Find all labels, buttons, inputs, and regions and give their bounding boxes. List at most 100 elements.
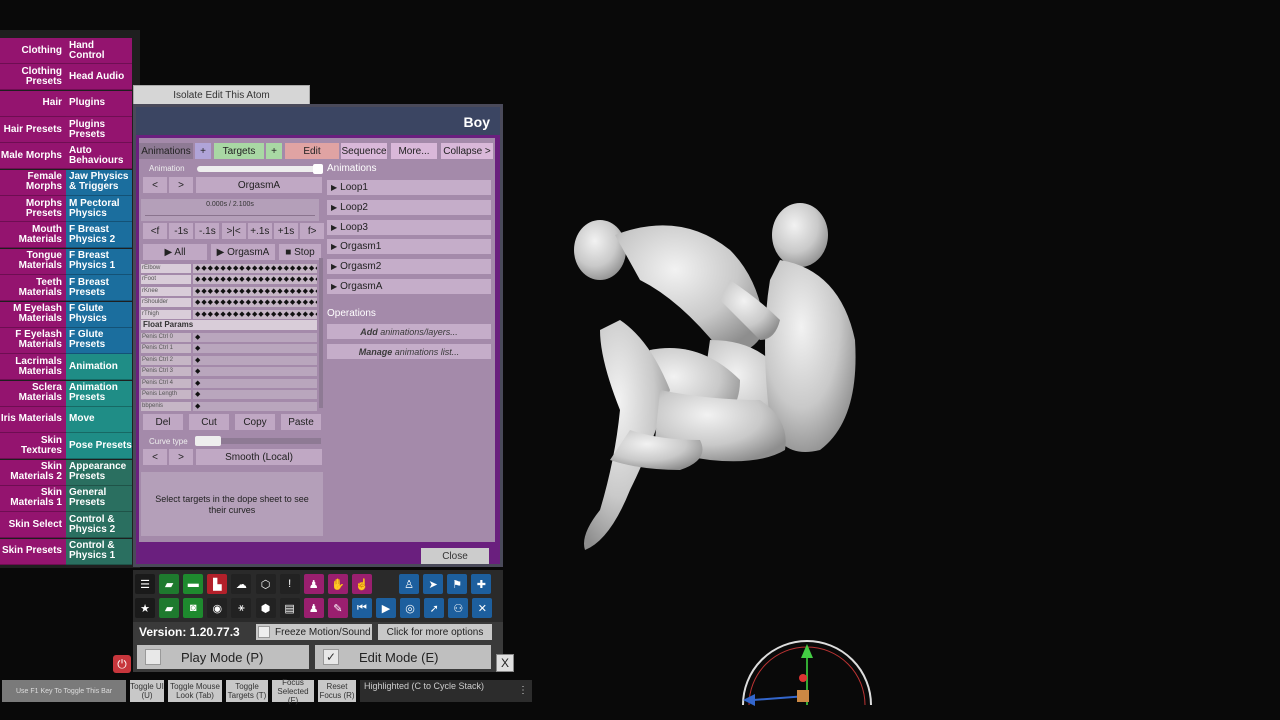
package-icon[interactable]: ⬡ xyxy=(255,574,276,594)
bottom-toggle-button[interactable]: Toggle Targets (T) xyxy=(226,680,268,702)
animation-list-item[interactable]: ▶ Loop3 xyxy=(327,219,491,235)
category-right-button[interactable]: Auto Behaviours xyxy=(66,143,132,170)
bottom-toggle-button[interactable]: Toggle Mouse Look (Tab) xyxy=(168,680,222,702)
dope-row[interactable]: rKnee ◆ ◆ ◆ ◆ ◆ ◆ ◆ ◆ ◆ ◆ ◆ ◆ ◆ ◆ ◆ ◆ ◆ ◆… xyxy=(141,286,317,296)
next-curve-button[interactable]: > xyxy=(169,449,193,465)
category-right-button[interactable]: Control & Physics 2 xyxy=(66,512,132,539)
delete-scene-icon[interactable]: ▙ xyxy=(207,574,228,594)
delete-button[interactable]: Del xyxy=(143,414,183,430)
keyframe-track[interactable]: ◆ xyxy=(193,355,317,365)
camera-gizmo-icon[interactable] xyxy=(735,630,880,710)
dope-row[interactable]: rThigh ◆ ◆ ◆ ◆ ◆ ◆ ◆ ◆ ◆ ◆ ◆ ◆ ◆ ◆ ◆ ◆ ◆ … xyxy=(141,309,317,319)
settings-package-icon[interactable]: ⬢ xyxy=(255,598,276,618)
transport-button[interactable]: -.1s xyxy=(195,223,220,239)
category-left-button[interactable]: Tongue Materials xyxy=(0,248,66,275)
category-left-button[interactable]: Sclera Materials xyxy=(0,380,66,407)
cut-button[interactable]: Cut xyxy=(189,414,229,430)
more-vertical-icon[interactable]: ⋮ xyxy=(518,685,528,696)
transport-button[interactable]: f> xyxy=(300,223,325,239)
keyframes[interactable]: ◆ ◆ ◆ ◆ ◆ ◆ ◆ ◆ ◆ ◆ ◆ ◆ ◆ ◆ ◆ ◆ ◆ ◆ ◆ ◆ … xyxy=(195,264,317,273)
category-left-button[interactable]: Skin Textures xyxy=(0,433,66,460)
person-edit-icon[interactable]: ♟ xyxy=(303,574,324,594)
keyframes[interactable]: ◆ ◆ ◆ ◆ ◆ ◆ ◆ ◆ ◆ ◆ ◆ ◆ ◆ ◆ ◆ ◆ ◆ ◆ ◆ ◆ … xyxy=(195,310,317,319)
edit-mode-checkbox[interactable]: ✓ xyxy=(323,649,339,665)
transport-button[interactable]: >|< xyxy=(221,223,246,239)
category-right-button[interactable]: General Presets xyxy=(66,485,132,512)
more-options-button[interactable]: Click for more options xyxy=(378,624,492,640)
scrubber[interactable]: 0.000s / 2.100s xyxy=(141,199,319,221)
category-right-button[interactable]: M Pectoral Physics xyxy=(66,196,132,223)
star-icon[interactable]: ★ xyxy=(135,598,155,618)
prev-curve-button[interactable]: < xyxy=(143,449,167,465)
bottom-toggle-button[interactable]: Toggle UI (U) xyxy=(130,680,164,702)
keyframe[interactable]: ◆ xyxy=(195,333,200,342)
float-param-label[interactable]: Penis Ctrl 2 xyxy=(141,355,191,365)
camera-folder-icon[interactable]: ◙ xyxy=(183,598,204,618)
stop-button[interactable]: ■ Stop xyxy=(279,244,321,260)
target-label[interactable]: rKnee xyxy=(141,286,191,296)
keyframe-track[interactable]: ◆ xyxy=(193,390,317,399)
category-right-button[interactable]: Plugins xyxy=(66,90,132,117)
prev-animation-button[interactable]: < xyxy=(143,177,167,193)
animation-list-item[interactable]: ▶ Loop2 xyxy=(327,199,491,215)
tab-sequence[interactable]: Sequence xyxy=(341,143,387,159)
keyframe[interactable]: ◆ xyxy=(195,356,200,365)
tab-targets[interactable]: Targets xyxy=(214,143,264,159)
category-left-button[interactable]: Iris Materials xyxy=(0,406,66,433)
float-param-row[interactable]: bbpenis ◆ xyxy=(141,401,317,411)
category-left-button[interactable]: Skin Materials 1 xyxy=(0,485,66,512)
category-right-button[interactable]: Appearance Presets xyxy=(66,459,132,486)
power-icon[interactable]: ⏻ xyxy=(113,655,131,673)
dope-scrollbar[interactable] xyxy=(319,258,323,408)
play-icon[interactable]: ▶ xyxy=(376,598,396,618)
animation-select[interactable]: OrgasmA xyxy=(196,177,322,193)
category-left-button[interactable]: Female Morphs xyxy=(0,169,66,196)
category-right-button[interactable]: F Breast Presets xyxy=(66,275,132,302)
keyframe-track[interactable]: ◆ xyxy=(193,332,317,342)
target-label[interactable]: rElbow xyxy=(141,263,191,273)
float-param-row[interactable]: Penis Ctrl 2 ◆ xyxy=(141,355,317,365)
person-icon[interactable]: ♙ xyxy=(399,574,419,594)
keyframes[interactable]: ◆ ◆ ◆ ◆ ◆ ◆ ◆ ◆ ◆ ◆ ◆ ◆ ◆ ◆ ◆ ◆ ◆ ◆ ◆ ◆ … xyxy=(195,287,317,296)
add-target-button[interactable]: + xyxy=(266,143,282,159)
category-right-button[interactable]: Hand Control xyxy=(66,38,132,64)
copy-button[interactable]: Copy xyxy=(235,414,275,430)
dope-row[interactable]: rFoot ◆ ◆ ◆ ◆ ◆ ◆ ◆ ◆ ◆ ◆ ◆ ◆ ◆ ◆ ◆ ◆ ◆ ◆… xyxy=(141,275,317,285)
keyframe-track[interactable]: ◆ ◆ ◆ ◆ ◆ ◆ ◆ ◆ ◆ ◆ ◆ ◆ ◆ ◆ ◆ ◆ ◆ ◆ ◆ ◆ … xyxy=(193,275,317,284)
float-param-row[interactable]: Penis Ctrl 1 ◆ xyxy=(141,344,317,354)
float-param-row[interactable]: Penis Ctrl 3 ◆ xyxy=(141,367,317,377)
add-animations-button[interactable]: Add animations/layers... xyxy=(327,324,491,339)
float-param-row[interactable]: Penis Ctrl 4 ◆ xyxy=(141,378,317,388)
dope-row[interactable]: rElbow ◆ ◆ ◆ ◆ ◆ ◆ ◆ ◆ ◆ ◆ ◆ ◆ ◆ ◆ ◆ ◆ ◆ … xyxy=(141,263,317,273)
category-left-button[interactable]: Skin Presets xyxy=(0,538,66,565)
category-left-button[interactable]: Skin Select xyxy=(0,512,66,539)
menu-icon[interactable]: ☰ xyxy=(135,574,155,594)
keyframe[interactable]: ◆ xyxy=(195,379,200,388)
category-right-button[interactable]: Animation xyxy=(66,354,132,381)
next-animation-button[interactable]: > xyxy=(169,177,193,193)
animation-list-item[interactable]: ▶ Orgasm1 xyxy=(327,239,491,255)
category-right-button[interactable]: Move xyxy=(66,406,132,433)
animation-list-item[interactable]: ▶ Orgasm2 xyxy=(327,259,491,275)
animation-list-item[interactable]: ▶ Loop1 xyxy=(327,180,491,195)
transport-button[interactable]: +.1s xyxy=(247,223,272,239)
transport-button[interactable]: +1s xyxy=(274,223,298,239)
bottom-toggle-button[interactable]: Reset Focus (R) xyxy=(318,680,356,702)
category-right-button[interactable]: F Glute Physics xyxy=(66,301,132,328)
float-param-label[interactable]: Penis Ctrl 4 xyxy=(141,378,191,388)
tools-icon[interactable]: ✕ xyxy=(472,598,493,618)
play-current-button[interactable]: ▶ OrgasmA xyxy=(211,244,275,260)
category-left-button[interactable]: Hair Presets xyxy=(0,117,66,144)
close-ui-button[interactable]: X xyxy=(496,654,514,672)
open-folder-icon[interactable]: ▬ xyxy=(183,574,204,594)
animation-list-item[interactable]: ▶ OrgasmA xyxy=(327,279,491,294)
float-param-label[interactable]: bbpenis xyxy=(141,401,191,411)
paste-button[interactable]: Paste xyxy=(281,414,321,430)
keyframe-track[interactable]: ◆ ◆ ◆ ◆ ◆ ◆ ◆ ◆ ◆ ◆ ◆ ◆ ◆ ◆ ◆ ◆ ◆ ◆ ◆ ◆ … xyxy=(193,286,317,296)
manage-animations-button[interactable]: Manage animations list... xyxy=(327,344,491,359)
isolate-edit-atom-button[interactable]: Isolate Edit This Atom xyxy=(133,85,310,106)
category-right-button[interactable]: F Breast Physics 1 xyxy=(66,248,132,275)
cursor-icon[interactable]: ➚ xyxy=(424,598,445,618)
category-right-button[interactable]: Animation Presets xyxy=(66,380,132,407)
bottom-toggle-button[interactable]: Focus Selected (F) xyxy=(272,678,314,705)
